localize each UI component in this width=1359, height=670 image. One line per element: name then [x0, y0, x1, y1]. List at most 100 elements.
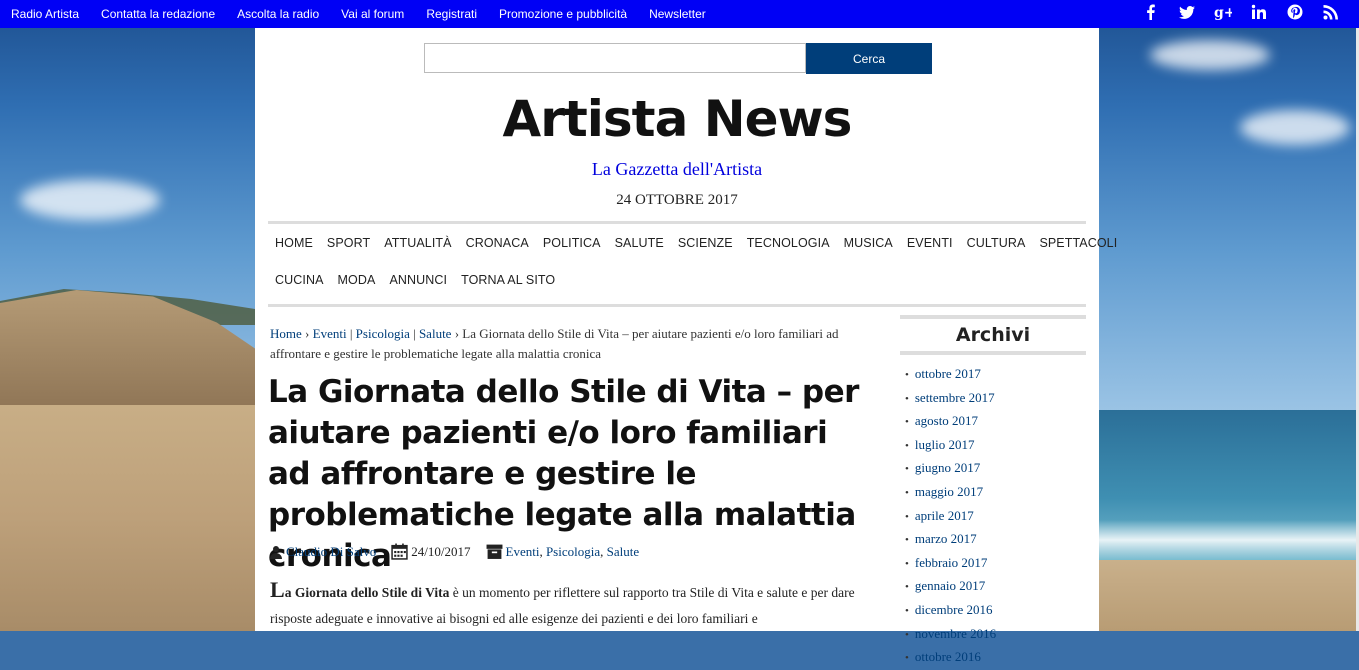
svg-text:g+: g+	[1214, 5, 1232, 20]
social-links: g+	[1133, 0, 1349, 28]
archive-link[interactable]: ottobre 2016	[915, 649, 981, 664]
breadcrumb-psicologia[interactable]: Psicologia	[356, 326, 410, 341]
list-item: maggio 2017	[900, 481, 1086, 505]
current-date: 24 OTTOBRE 2017	[616, 192, 738, 208]
archive-link[interactable]: luglio 2017	[915, 437, 975, 452]
category-comma: ,	[539, 543, 543, 559]
cloud	[1240, 110, 1350, 145]
breadcrumb-divider: |	[349, 326, 353, 341]
nav-item-scienze[interactable]: SCIENZE	[678, 236, 733, 250]
nav-item-eventi[interactable]: EVENTI	[907, 236, 953, 250]
archive-link[interactable]: gennaio 2017	[915, 578, 985, 593]
twitter-icon[interactable]	[1169, 4, 1205, 24]
list-item: giugno 2017	[900, 457, 1086, 481]
search-form: Cerca	[424, 43, 932, 74]
top-link-contatta[interactable]: Contatta la redazione	[101, 7, 215, 21]
main-nav: HOME SPORT ATTUALITÀ CRONACA POLITICA SA…	[268, 221, 1117, 307]
article-meta: Claudio Di Salvo 24/10/2017 Eventi, Psic…	[269, 543, 639, 560]
beach-sand	[0, 405, 255, 631]
breadcrumb: Home › Eventi | Psicologia | Salute › La…	[270, 324, 865, 364]
breadcrumb-separator: ›	[454, 326, 460, 341]
list-item: ottobre 2016	[900, 646, 1086, 670]
breadcrumb-salute[interactable]: Salute	[419, 326, 452, 341]
nav-item-moda[interactable]: MODA	[338, 273, 376, 287]
archive-link[interactable]: novembre 2016	[915, 626, 996, 641]
list-item: ottobre 2017	[900, 363, 1086, 387]
archive-list: ottobre 2017 settembre 2017 agosto 2017 …	[900, 363, 1086, 670]
facebook-icon[interactable]	[1133, 4, 1169, 24]
nav-item-cronaca[interactable]: CRONACA	[466, 236, 529, 250]
breadcrumb-home[interactable]: Home	[270, 326, 302, 341]
list-item: aprile 2017	[900, 505, 1086, 529]
breadcrumb-separator: ›	[305, 326, 310, 341]
pinterest-icon[interactable]	[1277, 4, 1313, 24]
nav-item-salute[interactable]: SALUTE	[615, 236, 664, 250]
nav-item-home[interactable]: HOME	[275, 236, 313, 250]
archive-link[interactable]: giugno 2017	[915, 460, 980, 475]
list-item: dicembre 2016	[900, 599, 1086, 623]
breadcrumb-divider: |	[413, 326, 416, 341]
nav-item-sport[interactable]: SPORT	[327, 236, 370, 250]
drop-cap: L	[270, 577, 285, 602]
top-link-promozione[interactable]: Promozione e pubblicità	[499, 7, 627, 21]
top-link-ascolta[interactable]: Ascolta la radio	[237, 7, 319, 21]
article-category-psicologia[interactable]: Psicologia	[546, 544, 600, 560]
top-link-registrati[interactable]: Registrati	[426, 7, 477, 21]
nav-row: CUCINA MODA ANNUNCI TORNA AL SITO	[268, 261, 1086, 298]
top-link-radio-artista[interactable]: Radio Artista	[11, 7, 79, 21]
archive-icon	[486, 544, 502, 559]
article-lead: La Giornata dello Stile di Vita è un mom…	[270, 577, 870, 632]
list-item: luglio 2017	[900, 434, 1086, 458]
nav-item-musica[interactable]: MUSICA	[844, 236, 893, 250]
nav-item-attualita[interactable]: ATTUALITÀ	[384, 236, 451, 250]
calendar-icon	[391, 543, 408, 560]
nav-item-torna-al-sito[interactable]: TORNA AL SITO	[461, 273, 555, 287]
surf	[1099, 520, 1359, 560]
list-item: agosto 2017	[900, 410, 1086, 434]
top-link-newsletter[interactable]: Newsletter	[649, 7, 706, 21]
archive-link[interactable]: ottobre 2017	[915, 366, 981, 381]
list-item: settembre 2017	[900, 387, 1086, 411]
archive-link[interactable]: aprile 2017	[915, 508, 974, 523]
beach-sand	[1099, 560, 1359, 631]
nav-item-cucina[interactable]: CUCINA	[275, 273, 324, 287]
list-item: febbraio 2017	[900, 552, 1086, 576]
archive-link[interactable]: dicembre 2016	[915, 602, 993, 617]
sidebar-archive: Archivi ottobre 2017 settembre 2017 agos…	[900, 315, 1086, 670]
sidebar-title: Archivi	[900, 315, 1086, 355]
google-plus-icon[interactable]: g+	[1205, 4, 1241, 24]
site-tagline: La Gazzetta dell'Artista	[591, 159, 763, 179]
top-bar: Radio Artista Contatta la redazione Asco…	[0, 0, 1359, 28]
nav-item-spettacoli[interactable]: SPETTACOLI	[1039, 236, 1117, 250]
top-link-forum[interactable]: Vai al forum	[341, 7, 404, 21]
nav-item-politica[interactable]: POLITICA	[543, 236, 601, 250]
archive-link[interactable]: marzo 2017	[915, 531, 977, 546]
archive-link[interactable]: agosto 2017	[915, 413, 978, 428]
search-button[interactable]: Cerca	[806, 43, 932, 74]
nav-item-tecnologia[interactable]: TECNOLOGIA	[747, 236, 830, 250]
user-icon	[270, 545, 282, 559]
list-item: marzo 2017	[900, 528, 1086, 552]
cloud	[1150, 40, 1270, 70]
nav-item-cultura[interactable]: CULTURA	[967, 236, 1026, 250]
nav-item-annunci[interactable]: ANNUNCI	[389, 273, 447, 287]
lead-bold: a Giornata dello Stile di Vita	[284, 585, 450, 600]
linkedin-icon[interactable]	[1241, 4, 1277, 24]
nav-row: HOME SPORT ATTUALITÀ CRONACA POLITICA SA…	[268, 224, 1117, 261]
article-category-eventi[interactable]: Eventi	[506, 544, 540, 560]
search-input[interactable]	[424, 43, 806, 73]
category-comma: ,	[600, 543, 604, 559]
archive-link[interactable]: settembre 2017	[915, 390, 995, 405]
rss-icon[interactable]	[1313, 4, 1349, 24]
cloud	[20, 180, 160, 220]
breadcrumb-eventi[interactable]: Eventi	[313, 326, 347, 341]
article-category-salute[interactable]: Salute	[607, 544, 640, 560]
main-content-card: Cerca Artista News La Gazzetta dell'Arti…	[255, 28, 1117, 664]
list-item: gennaio 2017	[900, 575, 1086, 599]
list-item: novembre 2016	[900, 623, 1086, 647]
article-date: 24/10/2017	[411, 543, 471, 559]
site-title[interactable]: Artista News	[255, 90, 1099, 148]
article-author[interactable]: Claudio Di Salvo	[286, 544, 376, 560]
archive-link[interactable]: febbraio 2017	[915, 555, 988, 570]
archive-link[interactable]: maggio 2017	[915, 484, 983, 499]
